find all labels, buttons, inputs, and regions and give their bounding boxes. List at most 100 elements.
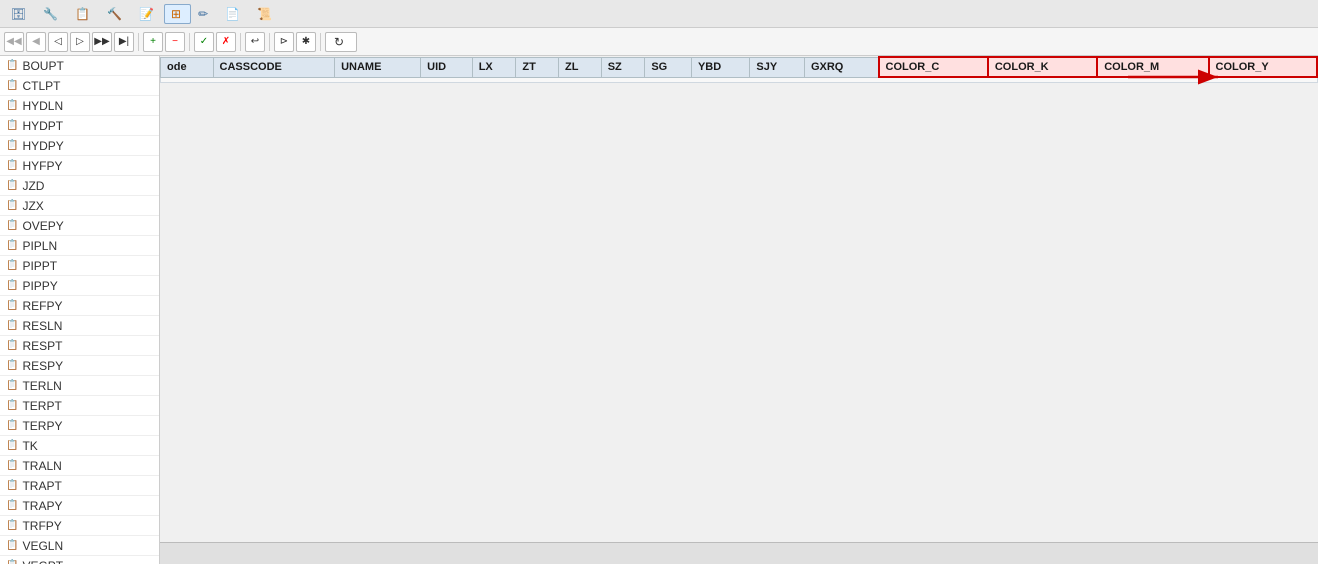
tab-database[interactable]: 🗄 [4,4,36,24]
sidebar-item-tk[interactable]: 📋TK [0,436,159,456]
nav-prev[interactable]: ◀ [26,32,46,52]
nav-cancel[interactable]: ✗ [216,32,236,52]
tab-scripting[interactable]: 📜 [250,4,282,24]
sidebar-item-label: BOUPT [22,59,63,73]
schema-icon: 📋 [75,7,90,21]
sidebar-item-jzd[interactable]: 📋JZD [0,176,159,196]
sidebar-item-hydpy[interactable]: 📋HYDPY [0,136,159,156]
col-header-gxrq[interactable]: GXRQ [804,57,878,77]
tab-schema[interactable]: 📋 [68,4,100,24]
sidebar-item-trfpy[interactable]: 📋 TRFPY [0,516,159,536]
table-icon: 📋 [6,100,18,111]
nav-sep3 [240,33,241,51]
nav-first[interactable]: ◀◀ [4,32,24,52]
tab-extensions[interactable]: 🔧 [36,4,68,24]
sidebar-item-hydln[interactable]: 📋HYDLN [0,96,159,116]
data-icon: ⊞ [171,7,181,21]
main-layout: 📋 BOUPT 📋CTLPT📋HYDLN📋HYDPT📋HYDPY📋HYFPY📋JZD… [0,56,1318,564]
nav-delete[interactable]: − [165,32,185,52]
col-header-lx[interactable]: LX [472,57,516,77]
sidebar-item-pippy[interactable]: 📋 PIPPY [0,276,159,296]
nav-next2[interactable]: ▶▶ [92,32,112,52]
col-header-uid[interactable]: UID [421,57,473,77]
database-icon: 🗄 [11,7,26,21]
nav-add[interactable]: + [143,32,163,52]
tab-sql[interactable]: 📝 [132,4,164,24]
sidebar-item-resln[interactable]: 📋RESLN [0,316,159,336]
nav-last[interactable]: ▶| [114,32,134,52]
sidebar-item-label: TERPT [22,399,61,413]
nav-prev2[interactable]: ◁ [48,32,68,52]
scripting-icon: 📜 [257,7,272,21]
refresh-button[interactable]: ↻ [325,32,357,52]
grid-wrapper[interactable]: odeCASSCODEUNAMEUIDLXZTZLSZSGYBDSJYGXRQC… [160,56,1318,542]
col-header-sz[interactable]: SZ [601,57,645,77]
sidebar-item-respt[interactable]: 📋RESPT [0,336,159,356]
sidebar-item-label: PIPPY [22,279,57,293]
col-header-zt[interactable]: ZT [516,57,559,77]
col-header-zl[interactable]: ZL [559,57,602,77]
table-icon: 📋 [6,60,18,71]
tab-data[interactable]: ⊞ [164,4,191,24]
sidebar-item-label: RESPY [22,359,63,373]
nav-toolbar: ◀◀ ◀ ◁ ▷ ▶▶ ▶| + − ✓ ✗ ↩ ⊳ ✱ ↻ [0,28,1318,56]
nav-sep5 [320,33,321,51]
nav-next[interactable]: ▷ [70,32,90,52]
sidebar-item-pippt[interactable]: 📋PIPPT [0,256,159,276]
sidebar-item-hydpt[interactable]: 📋HYDPT [0,116,159,136]
col-header-uname[interactable]: UNAME [335,57,421,77]
col-header-casscode[interactable]: CASSCODE [213,57,335,77]
sidebar-item-traln[interactable]: 📋TRALN [0,456,159,476]
sidebar-item-jzx[interactable]: 📋JZX [0,196,159,216]
col-header-sg[interactable]: SG [645,57,692,77]
data-area: odeCASSCODEUNAMEUIDLXZTZLSZSGYBDSJYGXRQC… [160,56,1318,564]
sidebar-item-terpt[interactable]: 📋 TERPT [0,396,159,416]
sidebar-item-trapy[interactable]: 📋TRAPY [0,496,159,516]
sidebar-item-vegpt[interactable]: 📋VEGPT [0,556,159,564]
sidebar-item-label: TRFPY [22,519,61,533]
table-icon: 📋 [6,420,18,431]
sidebar-item-terln[interactable]: 📋TERLN [0,376,159,396]
table-icon: 📋 [6,280,18,291]
col-header-sjy[interactable]: SJY [750,57,805,77]
sidebar-item-trapt[interactable]: 📋TRAPT [0,476,159,496]
table-icon: 📋 [6,360,18,371]
table-icon: 📋 [6,500,18,511]
sidebar-item-vegln[interactable]: 📋VEGLN [0,536,159,556]
nav-sep1 [138,33,139,51]
col-header-color_c[interactable]: COLOR_C [879,57,988,77]
tab-design[interactable]: ✏ [191,4,218,24]
sidebar-item-label: OVEPY [22,219,63,233]
sidebar-item-respy[interactable]: 📋 RESPY [0,356,159,376]
sidebar-item-terpy[interactable]: 📋TERPY [0,416,159,436]
table-icon: 📋 [6,260,18,271]
table-icon: 📋 [6,300,18,311]
filter-cell [161,77,1318,83]
table-icon: 📋 [6,460,18,471]
sidebar-item-label: TK [22,439,37,453]
col-header-color_m[interactable]: COLOR_M [1097,57,1208,77]
sidebar-item-pipln[interactable]: 📋PIPLN [0,236,159,256]
nav-filter[interactable]: ⊳ [274,32,294,52]
nav-undo[interactable]: ↩ [245,32,265,52]
tab-ddl[interactable]: 📄 [218,4,250,24]
table-icon: 📋 [6,520,18,531]
sidebar-item-boupt[interactable]: 📋 BOUPT [0,56,159,76]
col-header-code[interactable]: ode [161,57,214,77]
col-header-ybd[interactable]: YBD [691,57,749,77]
table-icon: 📋 [6,200,18,211]
design-icon: ✏ [198,7,208,21]
nav-check[interactable]: ✓ [194,32,214,52]
table-icon: 📋 [6,160,18,171]
sidebar-item-hyfpy[interactable]: 📋HYFPY [0,156,159,176]
table-icon: 📋 [6,400,18,411]
sidebar-item-ctlpt[interactable]: 📋CTLPT [0,76,159,96]
nav-all[interactable]: ✱ [296,32,316,52]
sidebar-item-ovepy[interactable]: 📋OVEPY [0,216,159,236]
refresh-icon: ↻ [334,35,344,49]
tab-sql-builder[interactable]: 🔨 [100,4,132,24]
col-header-color_y[interactable]: COLOR_Y [1209,57,1318,77]
sql-icon: 📝 [139,7,154,21]
col-header-color_k[interactable]: COLOR_K [988,57,1097,77]
sidebar-item-refpy[interactable]: 📋REFPY [0,296,159,316]
